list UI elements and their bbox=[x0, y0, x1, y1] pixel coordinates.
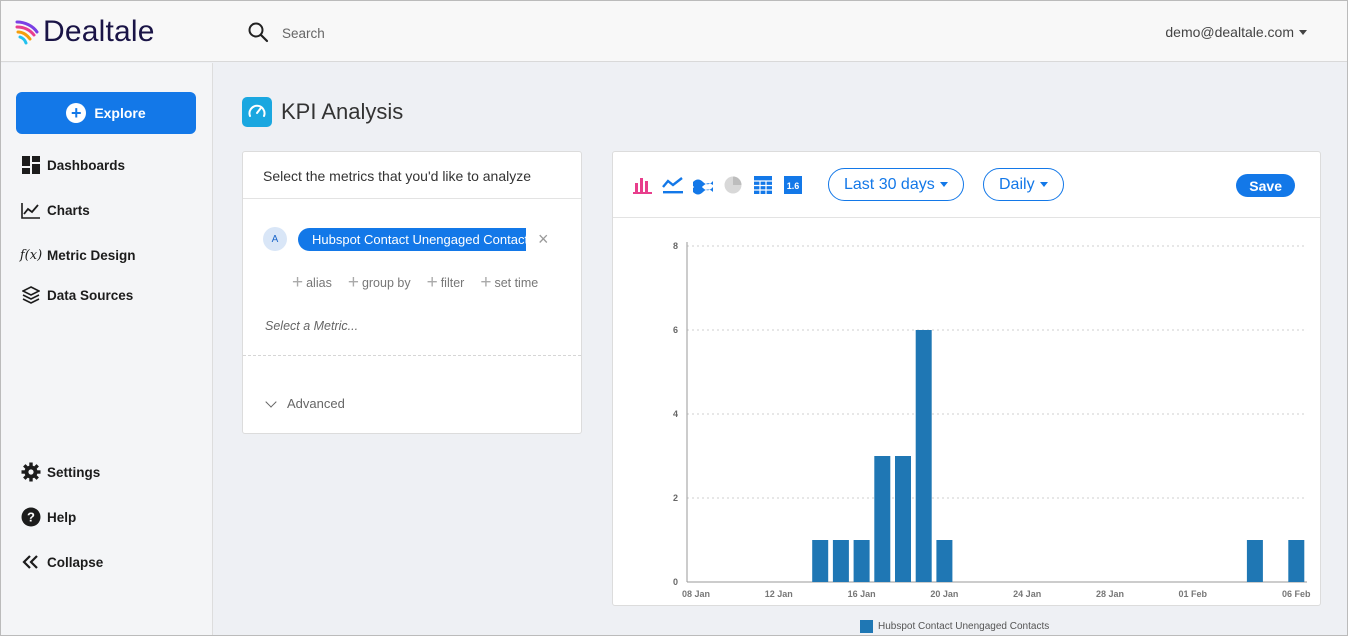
legend-label: Hubspot Contact Unengaged Contacts bbox=[878, 621, 1050, 632]
bar bbox=[874, 456, 891, 582]
bar bbox=[853, 540, 870, 582]
y-tick-label: 4 bbox=[673, 409, 678, 419]
y-tick-label: 8 bbox=[673, 241, 678, 251]
x-tick-label: 01 Feb bbox=[1179, 589, 1208, 599]
bar bbox=[832, 540, 849, 582]
bar bbox=[915, 330, 932, 582]
y-tick-label: 6 bbox=[673, 325, 678, 335]
bar bbox=[936, 540, 953, 582]
x-tick-label: 12 Jan bbox=[765, 589, 793, 599]
bar bbox=[812, 540, 829, 582]
bar bbox=[895, 456, 911, 582]
bar bbox=[1288, 540, 1305, 582]
y-tick-label: 2 bbox=[673, 493, 678, 503]
x-tick-label: 24 Jan bbox=[1013, 589, 1041, 599]
chart-legend: Hubspot Contact Unengaged Contacts bbox=[860, 620, 1049, 633]
x-tick-label: 08 Jan bbox=[682, 589, 710, 599]
x-tick-label: 28 Jan bbox=[1096, 589, 1124, 599]
legend-swatch bbox=[860, 620, 873, 633]
x-tick-label: 20 Jan bbox=[930, 589, 958, 599]
x-tick-label: 06 Feb bbox=[1282, 589, 1311, 599]
x-tick-label: 16 Jan bbox=[848, 589, 876, 599]
bar-chart: 0 2 4 6 8 08 Jan 12 Jan 16 Jan 20 Jan 24 Jan 28 Ja… bbox=[673, 241, 1311, 599]
bar bbox=[1246, 540, 1263, 582]
y-tick-label: 0 bbox=[673, 577, 678, 587]
app-window: Dealtale demo@dealtale.com + Explore Das… bbox=[0, 0, 1348, 636]
